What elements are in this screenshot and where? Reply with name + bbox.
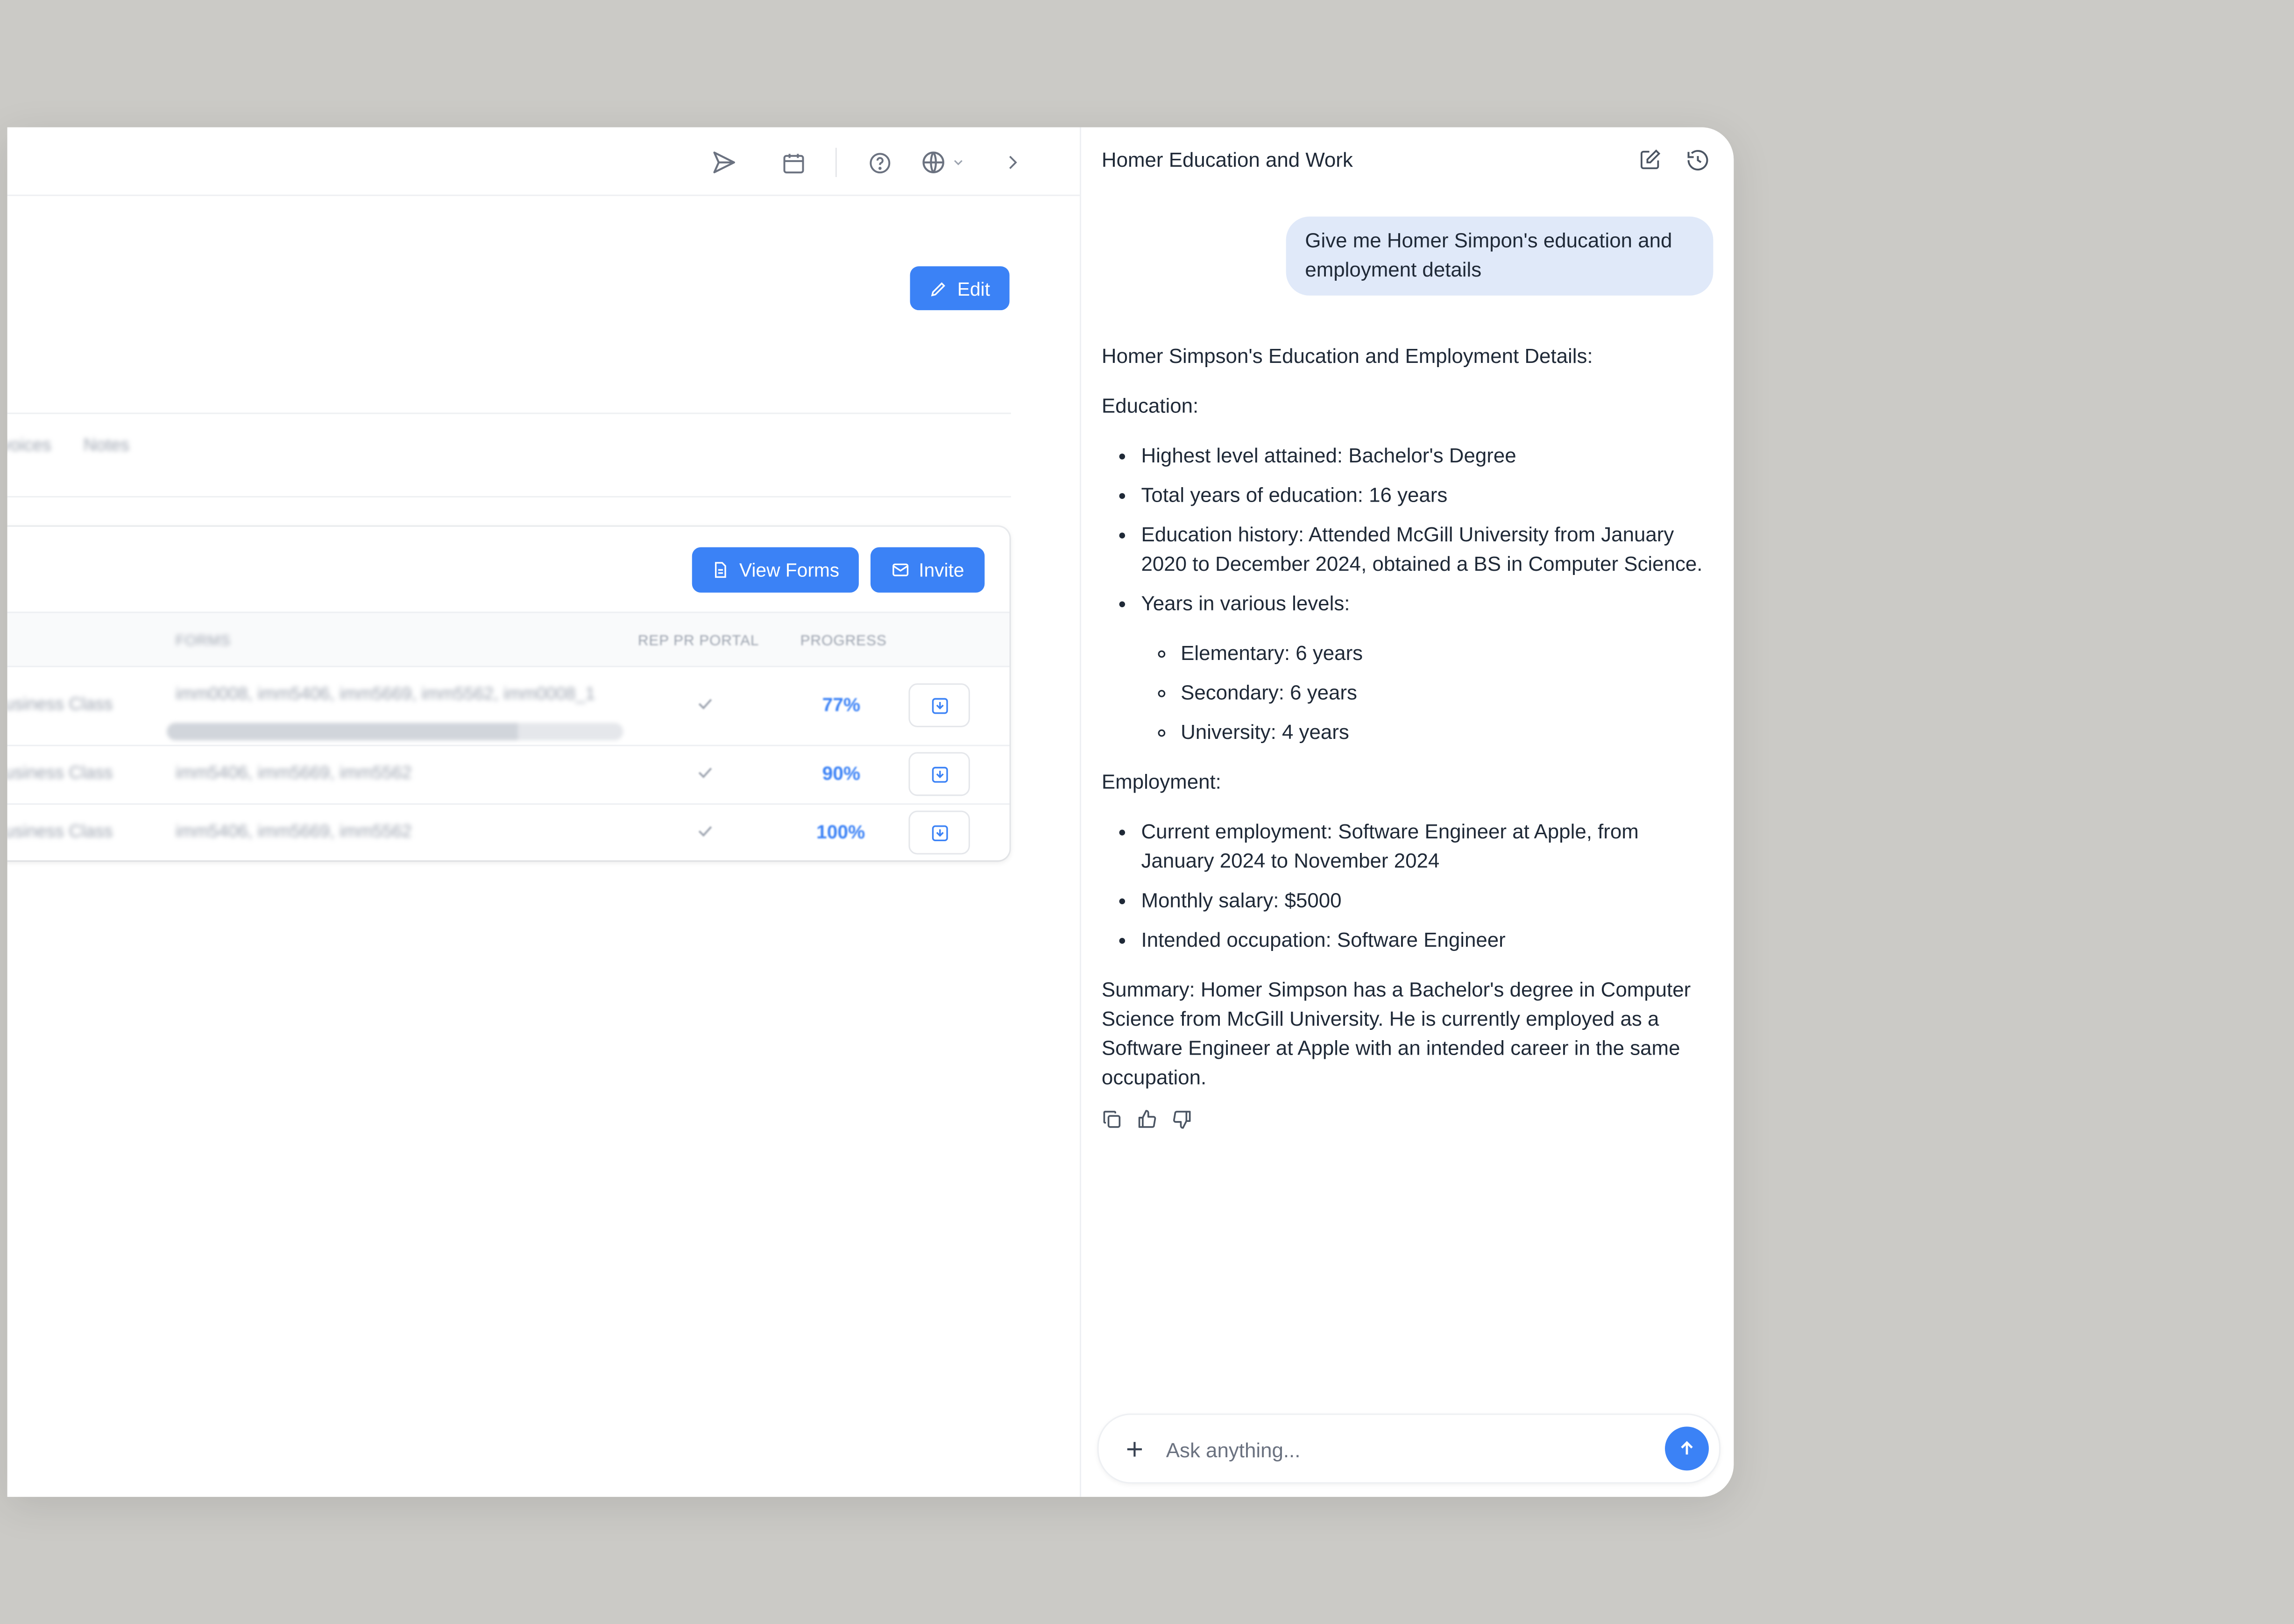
download-button[interactable] — [908, 810, 970, 855]
download-icon — [930, 696, 949, 715]
globe-icon[interactable] — [916, 145, 951, 180]
row-progress: 90% — [822, 762, 861, 785]
check-icon — [695, 762, 715, 790]
assistant-answer: Homer Simpson's Education and Employment… — [1102, 341, 1716, 1112]
plus-icon[interactable] — [1119, 1434, 1149, 1463]
main-app-panel: Edit Invoices Notes View Forms — [7, 127, 1080, 1497]
column-header-rep-pr-portal: REP PR PORTAL — [637, 633, 759, 650]
column-header-forms: FORMS — [175, 633, 231, 650]
table-row[interactable]: Business Class imm5406, imm5669, imm5562… — [7, 803, 1010, 860]
invite-button[interactable]: Invite — [870, 547, 985, 593]
invite-label: Invite — [919, 559, 964, 581]
education-label: Education: — [1101, 393, 1199, 417]
list-item: University: 4 years — [1181, 717, 1716, 746]
send-icon[interactable] — [707, 145, 742, 180]
toolbar-divider — [835, 148, 837, 177]
chat-title: Homer Education and Work — [1101, 148, 1353, 171]
list-item: Education history: Attended McGill Unive… — [1141, 519, 1716, 578]
row-forms: imm5406, imm5669, imm5562 — [175, 821, 412, 842]
file-icon — [711, 560, 730, 580]
row-progress-fill — [167, 723, 518, 741]
row-type: Business Class — [7, 693, 113, 714]
download-button[interactable] — [908, 683, 970, 727]
chevron-down-icon[interactable] — [948, 145, 969, 180]
row-forms: imm0008, imm5406, imm5669, imm5562, imm0… — [175, 683, 595, 704]
list-item-text: Years in various levels: — [1141, 591, 1350, 615]
calendar-icon[interactable] — [775, 145, 810, 180]
history-icon[interactable] — [1683, 145, 1712, 174]
edit-button-label: Edit — [957, 277, 990, 299]
arrow-up-icon — [1677, 1438, 1697, 1459]
chat-panel: Homer Education and Work Give me Homer S… — [1079, 127, 1734, 1497]
table-row[interactable]: Business Class imm5406, imm5669, imm5562… — [7, 745, 1010, 805]
view-forms-button[interactable]: View Forms — [692, 547, 859, 593]
list-item: Years in various levels: Elementary: 6 y… — [1141, 588, 1716, 746]
app-window: Edit Invoices Notes View Forms — [7, 127, 1734, 1497]
employment-label: Employment: — [1101, 769, 1221, 793]
pencil-icon — [929, 279, 949, 298]
help-icon[interactable] — [862, 145, 897, 180]
row-type: Business Class — [7, 762, 113, 783]
download-button[interactable] — [908, 752, 970, 796]
new-chat-icon[interactable] — [1636, 145, 1665, 174]
list-item: Intended occupation: Software Engineer — [1141, 925, 1716, 954]
tab-notes[interactable]: Notes — [84, 434, 129, 464]
table-row[interactable]: Business Class imm0008, imm5406, imm5669… — [7, 666, 1010, 746]
list-item: Total years of education: 16 years — [1141, 480, 1716, 510]
table-header: FORMS REP PR PORTAL PROGRESS — [7, 611, 1010, 667]
row-progress: 77% — [822, 693, 861, 716]
feedback-actions — [1102, 1109, 1192, 1130]
education-list: Highest level attained: Bachelor's Degre… — [1102, 440, 1716, 746]
check-icon — [695, 821, 715, 849]
tab-bar: Invoices Notes — [7, 434, 129, 464]
download-icon — [930, 823, 949, 842]
tab-invoices[interactable]: Invoices — [7, 434, 51, 464]
mail-icon — [891, 560, 910, 580]
divider — [7, 496, 1011, 498]
chat-composer — [1097, 1413, 1721, 1484]
list-item: Monthly salary: $5000 — [1141, 885, 1716, 915]
list-item: Highest level attained: Bachelor's Degre… — [1141, 440, 1716, 470]
thumbs-up-icon[interactable] — [1137, 1109, 1157, 1130]
divider — [7, 412, 1011, 414]
row-progress: 100% — [816, 821, 865, 843]
list-item: Elementary: 6 years — [1181, 638, 1716, 667]
download-icon — [930, 765, 949, 784]
row-forms: imm5406, imm5669, imm5562 — [175, 762, 412, 783]
list-item: Secondary: 6 years — [1181, 677, 1716, 707]
view-forms-label: View Forms — [739, 559, 840, 581]
levels-list: Elementary: 6 years Secondary: 6 years U… — [1141, 638, 1716, 746]
chevron-right-icon[interactable] — [995, 145, 1030, 180]
send-button[interactable] — [1665, 1426, 1709, 1471]
check-icon — [695, 694, 715, 722]
ask-input[interactable] — [1163, 1431, 1652, 1469]
forms-card: View Forms Invite FORMS REP PR PORTAL PR… — [7, 526, 1010, 861]
answer-heading: Homer Simpson's Education and Employment… — [1101, 344, 1593, 368]
top-toolbar — [7, 128, 1080, 196]
thumbs-down-icon[interactable] — [1172, 1109, 1192, 1130]
row-progress-bar — [167, 723, 623, 741]
user-message: Give me Homer Simpon's education and emp… — [1286, 216, 1713, 296]
copy-icon[interactable] — [1102, 1109, 1122, 1130]
list-item: Current employment: Software Engineer at… — [1141, 816, 1716, 875]
row-type: Business Class — [7, 821, 113, 842]
column-header-progress: PROGRESS — [800, 633, 887, 650]
employment-list: Current employment: Software Engineer at… — [1102, 816, 1716, 954]
edit-button[interactable]: Edit — [910, 266, 1010, 311]
answer-summary: Summary: Homer Simpson has a Bachelor's … — [1101, 977, 1691, 1089]
